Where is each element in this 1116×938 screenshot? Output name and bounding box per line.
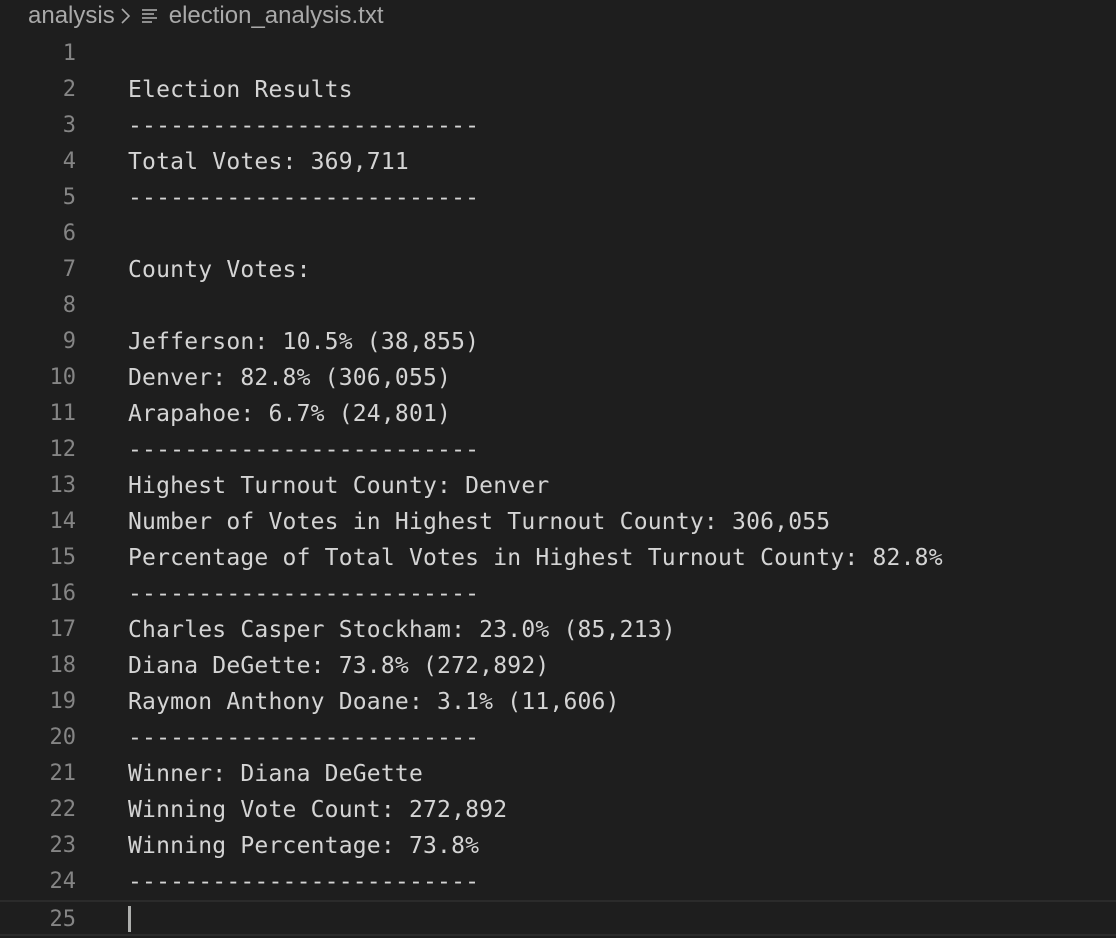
line-number: 20 (49, 725, 77, 750)
editor-line[interactable]: 3 ------------------------- (0, 108, 1116, 144)
line-number: 7 (62, 257, 76, 282)
editor-line[interactable]: 18 Diana DeGette: 73.8% (272,892) (0, 648, 1116, 684)
line-number: 21 (49, 761, 77, 786)
line-text: Total Votes: 369,711 (128, 149, 409, 175)
line-number: 22 (49, 797, 77, 822)
line-text: Raymon Anthony Doane: 3.1% (11,606) (128, 689, 620, 715)
line-number: 12 (49, 437, 77, 462)
line-text: Arapahoe: 6.7% (24,801) (128, 401, 452, 427)
editor-line[interactable]: 8 (0, 288, 1116, 324)
line-number: 8 (62, 293, 76, 318)
line-text: Diana DeGette: 73.8% (272,892) (128, 653, 550, 679)
editor-line[interactable]: 13 Highest Turnout County: Denver (0, 468, 1116, 504)
editor-line[interactable]: 10 Denver: 82.8% (306,055) (0, 360, 1116, 396)
editor-line[interactable]: 2 Election Results (0, 72, 1116, 108)
line-number: 2 (62, 77, 76, 102)
line-number: 13 (49, 473, 77, 498)
editor-line[interactable]: 9 Jefferson: 10.5% (38,855) (0, 324, 1116, 360)
line-text: Charles Casper Stockham: 23.0% (85,213) (128, 617, 676, 643)
editor-line[interactable]: 24 ------------------------- (0, 864, 1116, 900)
text-cursor (128, 906, 131, 932)
editor-line[interactable]: 16 ------------------------- (0, 576, 1116, 612)
line-number: 11 (49, 401, 77, 426)
editor-line[interactable]: 17 Charles Casper Stockham: 23.0% (85,21… (0, 612, 1116, 648)
editor-line[interactable]: 21 Winner: Diana DeGette (0, 756, 1116, 792)
line-number: 10 (49, 365, 77, 390)
line-number: 19 (49, 689, 77, 714)
editor-line[interactable]: 20 ------------------------- (0, 720, 1116, 756)
line-text: ------------------------- (128, 581, 480, 607)
line-number: 18 (49, 653, 77, 678)
editor-line[interactable]: 7 County Votes: (0, 252, 1116, 288)
text-editor[interactable]: 1 2 Election Results 3 -----------------… (0, 36, 1116, 936)
line-text: Jefferson: 10.5% (38,855) (128, 329, 480, 355)
line-number: 14 (49, 509, 77, 534)
line-text: Percentage of Total Votes in Highest Tur… (128, 545, 943, 571)
editor-line[interactable]: 22 Winning Vote Count: 272,892 (0, 792, 1116, 828)
editor-line[interactable]: 6 (0, 216, 1116, 252)
breadcrumb-file[interactable]: election_analysis.txt (169, 2, 384, 30)
line-number: 15 (49, 545, 77, 570)
line-text: Number of Votes in Highest Turnout Count… (128, 509, 831, 535)
editor-line[interactable]: 15 Percentage of Total Votes in Highest … (0, 540, 1116, 576)
breadcrumb: analysis election_analysis.txt (28, 0, 384, 32)
line-text: Denver: 82.8% (306,055) (128, 365, 452, 391)
editor-line[interactable]: 23 Winning Percentage: 73.8% (0, 828, 1116, 864)
line-number: 6 (62, 221, 76, 246)
line-text: ------------------------- (128, 725, 480, 751)
editor-line[interactable]: 14 Number of Votes in Highest Turnout Co… (0, 504, 1116, 540)
line-number: 24 (49, 869, 77, 894)
line-text: Winning Percentage: 73.8% (128, 833, 480, 859)
line-text: ------------------------- (128, 869, 480, 895)
editor-line[interactable]: 19 Raymon Anthony Doane: 3.1% (11,606) (0, 684, 1116, 720)
breadcrumb-folder[interactable]: analysis (28, 2, 115, 30)
editor-line-current[interactable]: 25 (0, 900, 1116, 936)
line-text: ------------------------- (128, 437, 480, 463)
line-text: Election Results (128, 77, 353, 103)
line-number: 5 (62, 185, 76, 210)
editor-line[interactable]: 12 ------------------------- (0, 432, 1116, 468)
editor-line[interactable]: 11 Arapahoe: 6.7% (24,801) (0, 396, 1116, 432)
chevron-right-icon (120, 6, 132, 26)
line-text: ------------------------- (128, 113, 480, 139)
line-text: Highest Turnout County: Denver (128, 473, 550, 499)
line-text: ------------------------- (128, 185, 480, 211)
line-number: 25 (49, 907, 77, 932)
line-number: 9 (62, 329, 76, 354)
line-text: Winner: Diana DeGette (128, 761, 423, 787)
line-text: County Votes: (128, 257, 311, 283)
editor-line[interactable]: 4 Total Votes: 369,711 (0, 144, 1116, 180)
editor-line[interactable]: 1 (0, 36, 1116, 72)
line-number: 3 (62, 113, 76, 138)
text-lines-icon (141, 7, 159, 25)
line-number: 23 (49, 833, 77, 858)
line-number: 16 (49, 581, 77, 606)
line-number: 17 (49, 617, 77, 642)
editor-line[interactable]: 5 ------------------------- (0, 180, 1116, 216)
line-number: 1 (62, 41, 76, 66)
line-text: Winning Vote Count: 272,892 (128, 797, 508, 823)
line-number: 4 (62, 149, 76, 174)
